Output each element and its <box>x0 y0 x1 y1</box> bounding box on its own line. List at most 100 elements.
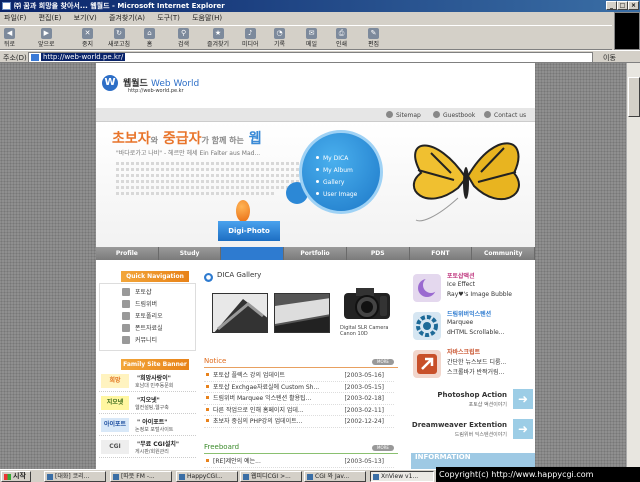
taskbar-window-label: [대화] 코리... <box>55 473 90 480</box>
forward-icon: ▶ <box>40 28 52 39</box>
javascript-box[interactable]: 자바스크립트 간단한 뉴스보드 디룸... 스크롤바가 반짝거림... <box>411 347 535 385</box>
taskbar-window-label: [따뜻 FM -... <box>121 473 155 480</box>
close-button[interactable]: × <box>628 1 639 10</box>
taskbar-window-button[interactable]: HappyCGI... <box>176 471 238 482</box>
dreamweaver-extension-promo[interactable]: Dreamweaver Extention 드림위버 익스텐션이야기 ➜ <box>411 415 535 445</box>
camera-image[interactable] <box>340 283 396 323</box>
toolbar-home-button[interactable]: ⌂ 홈 <box>144 28 155 50</box>
vertical-scrollbar[interactable] <box>626 63 640 469</box>
notice-title[interactable]: Notice <box>204 357 226 365</box>
family-site-item[interactable]: 지오넷 "지오넷" 웹컨설팅,웹구축 <box>99 392 196 414</box>
nav-portfolio[interactable]: Portfolio <box>284 247 347 260</box>
search-icon: ⚲ <box>178 28 190 39</box>
quick-nav-item[interactable]: 포토폴리오 <box>122 311 195 323</box>
center-column: ● DICA Gallery Digital SLR Camera Canon 1… <box>204 271 400 468</box>
nav-digi-photo[interactable] <box>221 247 285 260</box>
notice-item[interactable]: 드림위버 Marquee 익스텐션 활용팁... [2003-02-18] <box>204 393 394 405</box>
taskbar-window-button[interactable]: CGI 와 Jav... <box>304 471 366 482</box>
main-nav: Profile Study Portfolio PDS FONT Communi… <box>96 247 535 260</box>
notice-item[interactable]: 초보자 중심의 PHP강의 업데이트... [2002-12-24] <box>204 416 394 428</box>
site-url: http://web-world.pe.kr <box>128 88 184 94</box>
quick-nav-item[interactable]: 포토샵 <box>122 287 195 299</box>
nav-study[interactable]: Study <box>159 247 222 260</box>
menu-tools[interactable]: 도구(T) <box>157 14 180 22</box>
nav-profile[interactable]: Profile <box>96 247 159 260</box>
toolbar-forward-button[interactable]: ▶ 앞으로 <box>38 28 55 50</box>
menu-help[interactable]: 도움말(H) <box>192 14 222 22</box>
taskbar-window-button[interactable]: [대화] 코리... <box>44 471 106 482</box>
hero-subtitle: "바다로가고 나비" - 헤르만 헤세 Ein Falter aus Mad..… <box>116 150 261 157</box>
minimize-button[interactable]: _ <box>606 1 617 10</box>
copyright-overlay: Copyright(c) http://www.happycgi.com <box>436 467 640 482</box>
toolbar-stop-button[interactable]: ✕ 중지 <box>82 28 93 50</box>
dica-gallery-title[interactable]: ● DICA Gallery <box>204 271 400 282</box>
notice-item[interactable]: 다른 작업으로 인해 홈페이지 업데... [2003-02-11] <box>204 405 394 416</box>
toolbar-label: 검색 <box>178 41 190 48</box>
dreamweaver-extension-box[interactable]: 드림위버익스텐션 Marquee dHTML Scrollable... <box>411 309 535 347</box>
address-url: http://web-world.pe.kr/ <box>41 53 126 61</box>
contact-link[interactable]: Contact us <box>484 111 526 119</box>
quick-nav-item[interactable]: 커뮤니티 <box>122 335 195 347</box>
digi-photo-tab[interactable]: Digi-Photo <box>218 221 280 241</box>
nav-font[interactable]: FONT <box>410 247 473 260</box>
sitemap-link[interactable]: Sitemap <box>386 111 421 119</box>
window-title-bar[interactable]: ㈜ 꿈과 희망을 찾아서... 웹월드 - Microsoft Internet… <box>0 0 640 12</box>
gear-icon <box>413 312 441 340</box>
menu-file[interactable]: 파일(F) <box>4 14 26 22</box>
toolbar-label: 메일 <box>306 41 318 48</box>
quick-nav-item[interactable]: 드림위버 <box>122 299 195 311</box>
nav-community[interactable]: Community <box>472 247 535 260</box>
freeboard-more-button[interactable]: MORE <box>372 445 394 451</box>
hero-menu-user-image[interactable]: User Image <box>316 189 357 201</box>
taskbar-window-button[interactable]: [따뜻 FM -... <box>110 471 172 482</box>
start-button[interactable]: 시작 <box>1 471 31 482</box>
webworld-logo-icon[interactable]: W <box>102 75 118 91</box>
menu-edit[interactable]: 편집(E) <box>39 14 62 22</box>
notice-list: 포토샵 플렉스 강의 업데이트 [2003-05-16] 포토샵 Exchgae자… <box>204 370 394 428</box>
hero-menu-gallery[interactable]: Gallery <box>316 177 357 189</box>
quick-nav-item[interactable]: 폰트자료실 <box>122 323 195 335</box>
freeboard-title[interactable]: Freeboard <box>204 443 239 451</box>
toolbar-label: 즐겨찾기 <box>207 41 230 48</box>
gallery-thumbnail[interactable] <box>274 293 330 333</box>
nav-pds[interactable]: PDS <box>347 247 410 260</box>
notice-item[interactable]: 포토샵 플렉스 강의 업데이트 [2003-05-16] <box>204 370 394 382</box>
toolbar-back-button[interactable]: ◀ 뒤로 <box>4 28 15 50</box>
family-banner: CGI <box>101 440 129 454</box>
hero-menu-my-dica[interactable]: My DICA <box>316 153 357 165</box>
toolbar-favorites-button[interactable]: ★ 즐겨찾기 <box>207 28 229 50</box>
family-site-item[interactable]: 희망 "희망사랑이" 호남대 민주동문회 <box>99 370 196 392</box>
toolbar-media-button[interactable]: ♪ 미디어 <box>242 28 259 50</box>
gallery-thumbnail[interactable] <box>212 293 268 333</box>
notice-more-button[interactable]: MORE <box>372 359 394 365</box>
family-site-item[interactable]: 아이포트 " 아이포트" 논정보 포털사이트 <box>99 414 196 436</box>
menu-favorites[interactable]: 즐겨찾기(A) <box>109 14 145 22</box>
notice-item[interactable]: 포토샵 Exchgae자료실에 Custom Sh... [2003-05-15] <box>204 382 394 393</box>
address-input[interactable]: http://web-world.pe.kr/ <box>28 52 593 63</box>
taskbar-window-button[interactable]: 웹피디CGI >... <box>240 471 302 482</box>
toolbar-mail-button[interactable]: ✉ 메일 <box>306 28 317 50</box>
window-icon <box>113 474 119 480</box>
toolbar-search-button[interactable]: ⚲ 검색 <box>178 28 189 50</box>
taskbar-window-button[interactable]: XnView v1... <box>370 471 434 482</box>
hero-banner: 초보자와 중급자가 함께 하는 웹 "바다로가고 나비" - 헤르만 헤세 Ei… <box>96 122 535 247</box>
refresh-icon: ↻ <box>113 28 125 39</box>
photoshop-action-promo[interactable]: Photoshop Action 포토샵 액션이야기 ➜ <box>411 385 535 415</box>
dica-icon: ● <box>204 273 213 282</box>
right-column: 포토샵액션 Ice Effect Ray♥'s Image Bubble 드림위… <box>411 271 535 445</box>
family-site-item[interactable]: CGI "무료 CGI설치" 게시판/회원관리 <box>99 436 196 458</box>
hero-menu-my-album[interactable]: My Album <box>316 165 357 177</box>
maximize-button[interactable]: □ <box>617 1 628 10</box>
toolbar-history-button[interactable]: ◔ 기록 <box>274 28 285 50</box>
toolbar-print-button[interactable]: ⎙ 인쇄 <box>336 28 347 50</box>
photoshop-action-box[interactable]: 포토샵액션 Ice Effect Ray♥'s Image Bubble <box>411 271 535 309</box>
bullet-icon <box>433 111 440 118</box>
window-title: ㈜ 꿈과 희망을 찾아서... 웹월드 - Microsoft Internet… <box>14 2 225 10</box>
toolbar-refresh-button[interactable]: ↻ 새로고침 <box>108 28 130 50</box>
toolbar-edit-button[interactable]: ✎ 편집 <box>368 28 379 50</box>
scrollbar-thumb[interactable] <box>628 77 640 117</box>
go-button[interactable]: 이동 <box>603 53 616 63</box>
freeboard-item[interactable]: [RE]제안의 예는... [2003-05-13] <box>204 456 394 468</box>
guestbook-link[interactable]: Guestbook <box>433 111 475 119</box>
menu-view[interactable]: 보기(V) <box>74 14 97 22</box>
